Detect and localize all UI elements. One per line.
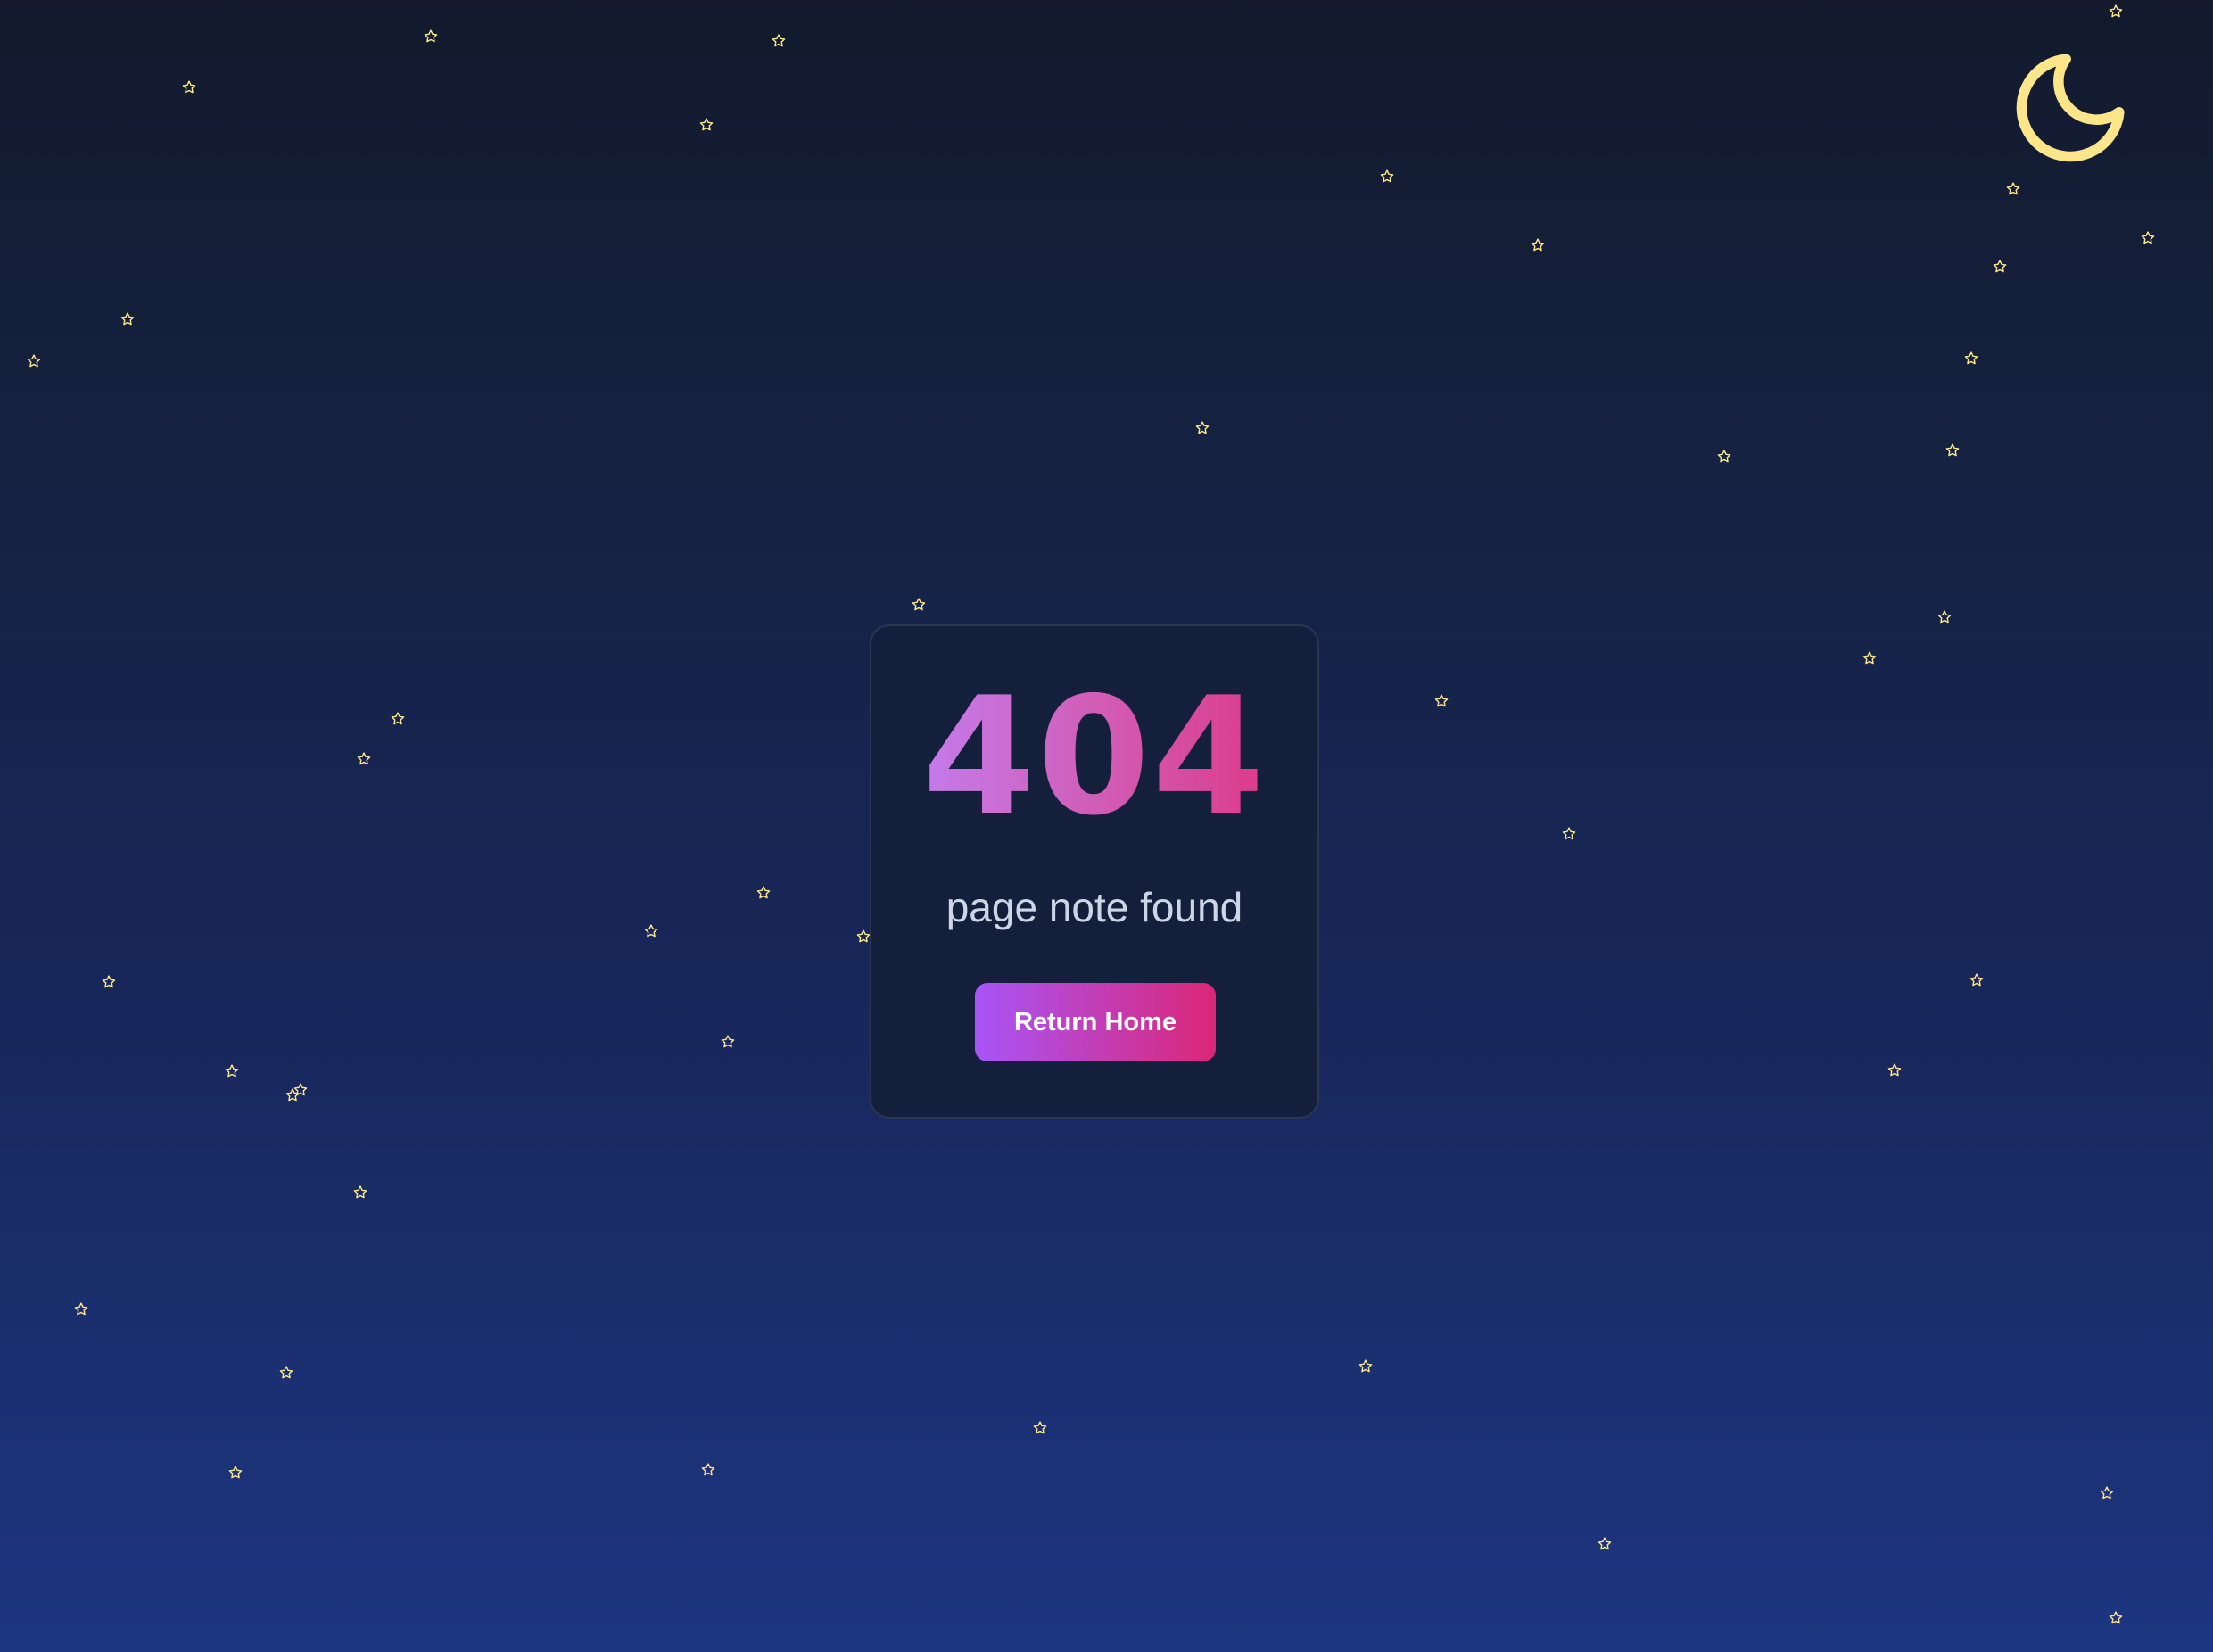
star-icon [1530,237,1546,253]
star-icon [2140,230,2156,246]
star-icon [643,923,659,939]
star-icon [120,311,136,327]
star-icon [1945,442,1961,458]
star-icon [1716,449,1732,465]
star-icon [1358,1359,1374,1375]
star-icon [2108,1610,2124,1626]
star-icon [771,33,787,49]
moon-icon[interactable] [2005,43,2135,173]
star-icon [1992,259,2008,275]
star-icon [1597,1536,1613,1552]
star-icon [356,751,372,767]
star-icon [26,353,42,369]
star-icon [227,1465,244,1481]
star-icon [698,117,714,133]
star-icon [2108,4,2124,20]
star-icon [1433,693,1449,709]
star-icon [101,974,117,990]
star-icon [756,885,772,901]
star-icon [224,1063,240,1079]
star-icon [1963,351,1979,367]
star-icon [1862,650,1878,666]
star-icon [1194,420,1210,436]
star-icon [293,1082,309,1098]
star-icon [73,1301,89,1317]
star-icon [720,1034,736,1050]
star-icon [1561,826,1577,842]
star-icon [352,1185,368,1201]
error-card: 404 page note found Return Home [870,624,1319,1119]
star-icon [1032,1420,1048,1436]
star-icon [181,79,197,95]
star-icon [390,711,406,727]
star-icon [423,29,439,45]
star-icon [2099,1485,2115,1501]
star-icon [1887,1062,1903,1078]
return-home-button[interactable]: Return Home [975,983,1216,1061]
star-icon [2005,181,2021,197]
error-message: page note found [945,884,1243,930]
star-icon [278,1365,294,1381]
star-icon [1969,972,1985,988]
star-icon [911,597,927,613]
star-icon [1379,169,1395,185]
star-icon [1936,609,1953,625]
star-icon [285,1087,301,1103]
star-icon [700,1462,716,1478]
error-code: 404 [871,675,1317,838]
